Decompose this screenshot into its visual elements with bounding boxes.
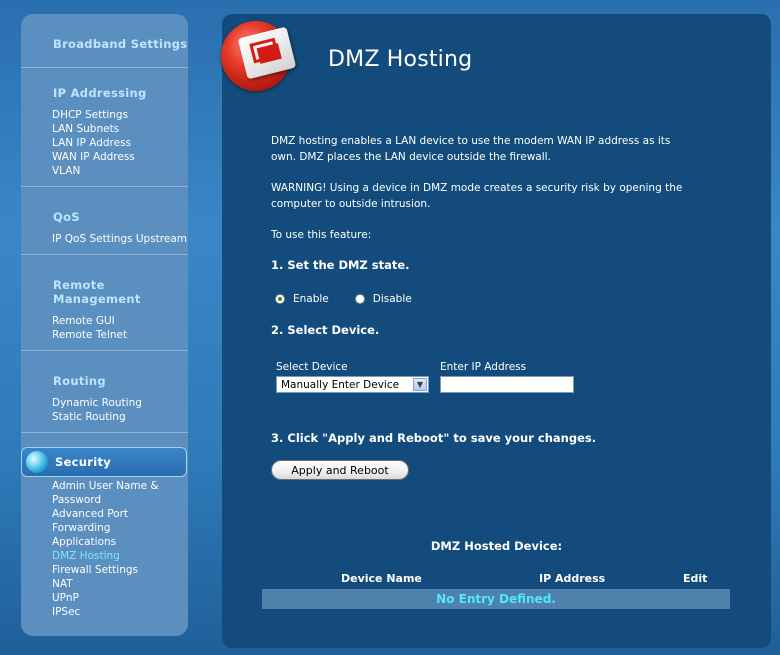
enter-ip-label: Enter IP Address — [440, 361, 527, 373]
sidebar-item-lan-subnets[interactable]: LAN Subnets — [21, 122, 188, 136]
column-header-device-name: Device Name — [341, 572, 422, 585]
select-device-label: Select Device — [276, 361, 348, 373]
apply-and-reboot-button[interactable]: Apply and Reboot — [271, 460, 409, 480]
sidebar-item-ip-qos-upstream[interactable]: IP QoS Settings Upstream — [21, 232, 188, 246]
sidebar-item-dynamic-routing[interactable]: Dynamic Routing — [21, 396, 188, 410]
sidebar-item-ipsec[interactable]: IPSec — [21, 605, 188, 619]
column-header-edit: Edit — [683, 572, 708, 585]
sidebar-item-upnp[interactable]: UPnP — [21, 591, 188, 605]
sidebar-heading-broadband[interactable]: Broadband Settings — [21, 14, 188, 51]
sidebar-item-dhcp-settings[interactable]: DHCP Settings — [21, 108, 188, 122]
sidebar-item-remote-telnet[interactable]: Remote Telnet — [21, 328, 188, 342]
step-3-heading: 3. Click "Apply and Reboot" to save your… — [271, 431, 597, 445]
sidebar-section-routing: Routing Dynamic Routing Static Routing — [21, 351, 188, 433]
dmz-card-icon-card — [237, 26, 297, 80]
sidebar-section-remote-management: Remote Management Remote GUI Remote Teln… — [21, 255, 188, 351]
globe-icon — [26, 451, 48, 473]
empty-table-message: No Entry Defined. — [436, 592, 556, 606]
sidebar-item-password[interactable]: Password — [21, 493, 188, 507]
ip-address-input[interactable] — [440, 376, 574, 393]
sidebar-heading-remote[interactable]: Remote — [21, 255, 188, 292]
sidebar-item-applications[interactable]: Applications — [21, 535, 188, 549]
warning-line-1: WARNING! Using a device in DMZ mode crea… — [271, 182, 683, 194]
use-intro-text: To use this feature: — [271, 229, 372, 241]
sidebar-section-qos: QoS IP QoS Settings Upstream — [21, 187, 188, 255]
enable-radio[interactable] — [275, 294, 285, 304]
sidebar-item-static-routing[interactable]: Static Routing — [21, 410, 188, 424]
sidebar-heading-security-label: Security — [55, 455, 112, 469]
description-line-2: own. DMZ places the LAN device outside t… — [271, 151, 551, 163]
column-header-ip-address: IP Address — [539, 572, 606, 585]
sidebar: Broadband Settings IP Addressing DHCP Se… — [21, 14, 188, 636]
dmz-state-radio-group: Enable Disable — [275, 293, 438, 305]
warning-line-2: computer to outside intrusion. — [271, 198, 431, 210]
sidebar-item-dmz-hosting[interactable]: DMZ Hosting — [21, 549, 188, 563]
sidebar-item-remote-gui[interactable]: Remote GUI — [21, 314, 188, 328]
sidebar-item-admin-user-name[interactable]: Admin User Name & — [21, 479, 188, 493]
dmz-card-icon — [221, 21, 297, 91]
sidebar-heading-routing[interactable]: Routing — [21, 351, 188, 396]
sidebar-item-lan-ip-address[interactable]: LAN IP Address — [21, 136, 188, 150]
hosted-device-title: DMZ Hosted Device: — [430, 539, 563, 553]
description-text: DMZ hosting enables a LAN device to use … — [271, 133, 731, 165]
sidebar-section-security: Security Admin User Name & Password Adva… — [21, 447, 188, 619]
sidebar-item-forwarding[interactable]: Forwarding — [21, 521, 188, 535]
table-row-empty: No Entry Defined. — [262, 589, 730, 609]
sidebar-item-wan-ip-address[interactable]: WAN IP Address — [21, 150, 188, 164]
sidebar-section-ip-addressing: IP Addressing DHCP Settings LAN Subnets … — [21, 68, 188, 187]
disable-radio[interactable] — [354, 294, 365, 304]
sidebar-item-vlan[interactable]: VLAN — [21, 164, 188, 178]
step-2-heading: 2. Select Device. — [271, 323, 380, 337]
sidebar-section-broadband: Broadband Settings — [21, 14, 188, 68]
sidebar-item-advanced-port[interactable]: Advanced Port — [21, 507, 188, 521]
sidebar-item-nat[interactable]: NAT — [21, 577, 188, 591]
select-device-dropdown[interactable]: Manually Enter Device ▼ — [276, 376, 429, 393]
chevron-down-icon[interactable]: ▼ — [413, 378, 427, 391]
main-panel: DMZ Hosting DMZ hosting enables a LAN de… — [221, 14, 771, 648]
enable-radio-label[interactable]: Enable — [293, 293, 329, 305]
description-line-1: DMZ hosting enables a LAN device to use … — [271, 135, 671, 147]
page-title: DMZ Hosting — [328, 47, 473, 72]
sidebar-heading-qos[interactable]: QoS — [21, 187, 188, 232]
step-1-heading: 1. Set the DMZ state. — [271, 258, 410, 272]
sidebar-heading-security[interactable]: Security — [21, 447, 187, 477]
sidebar-item-firewall-settings[interactable]: Firewall Settings — [21, 563, 188, 577]
warning-text: WARNING! Using a device in DMZ mode crea… — [271, 180, 731, 212]
sidebar-heading-management[interactable]: Management — [21, 292, 188, 314]
sidebar-heading-ip-addressing[interactable]: IP Addressing — [21, 68, 188, 108]
disable-radio-label[interactable]: Disable — [373, 293, 412, 305]
select-device-value: Manually Enter Device — [281, 378, 400, 391]
